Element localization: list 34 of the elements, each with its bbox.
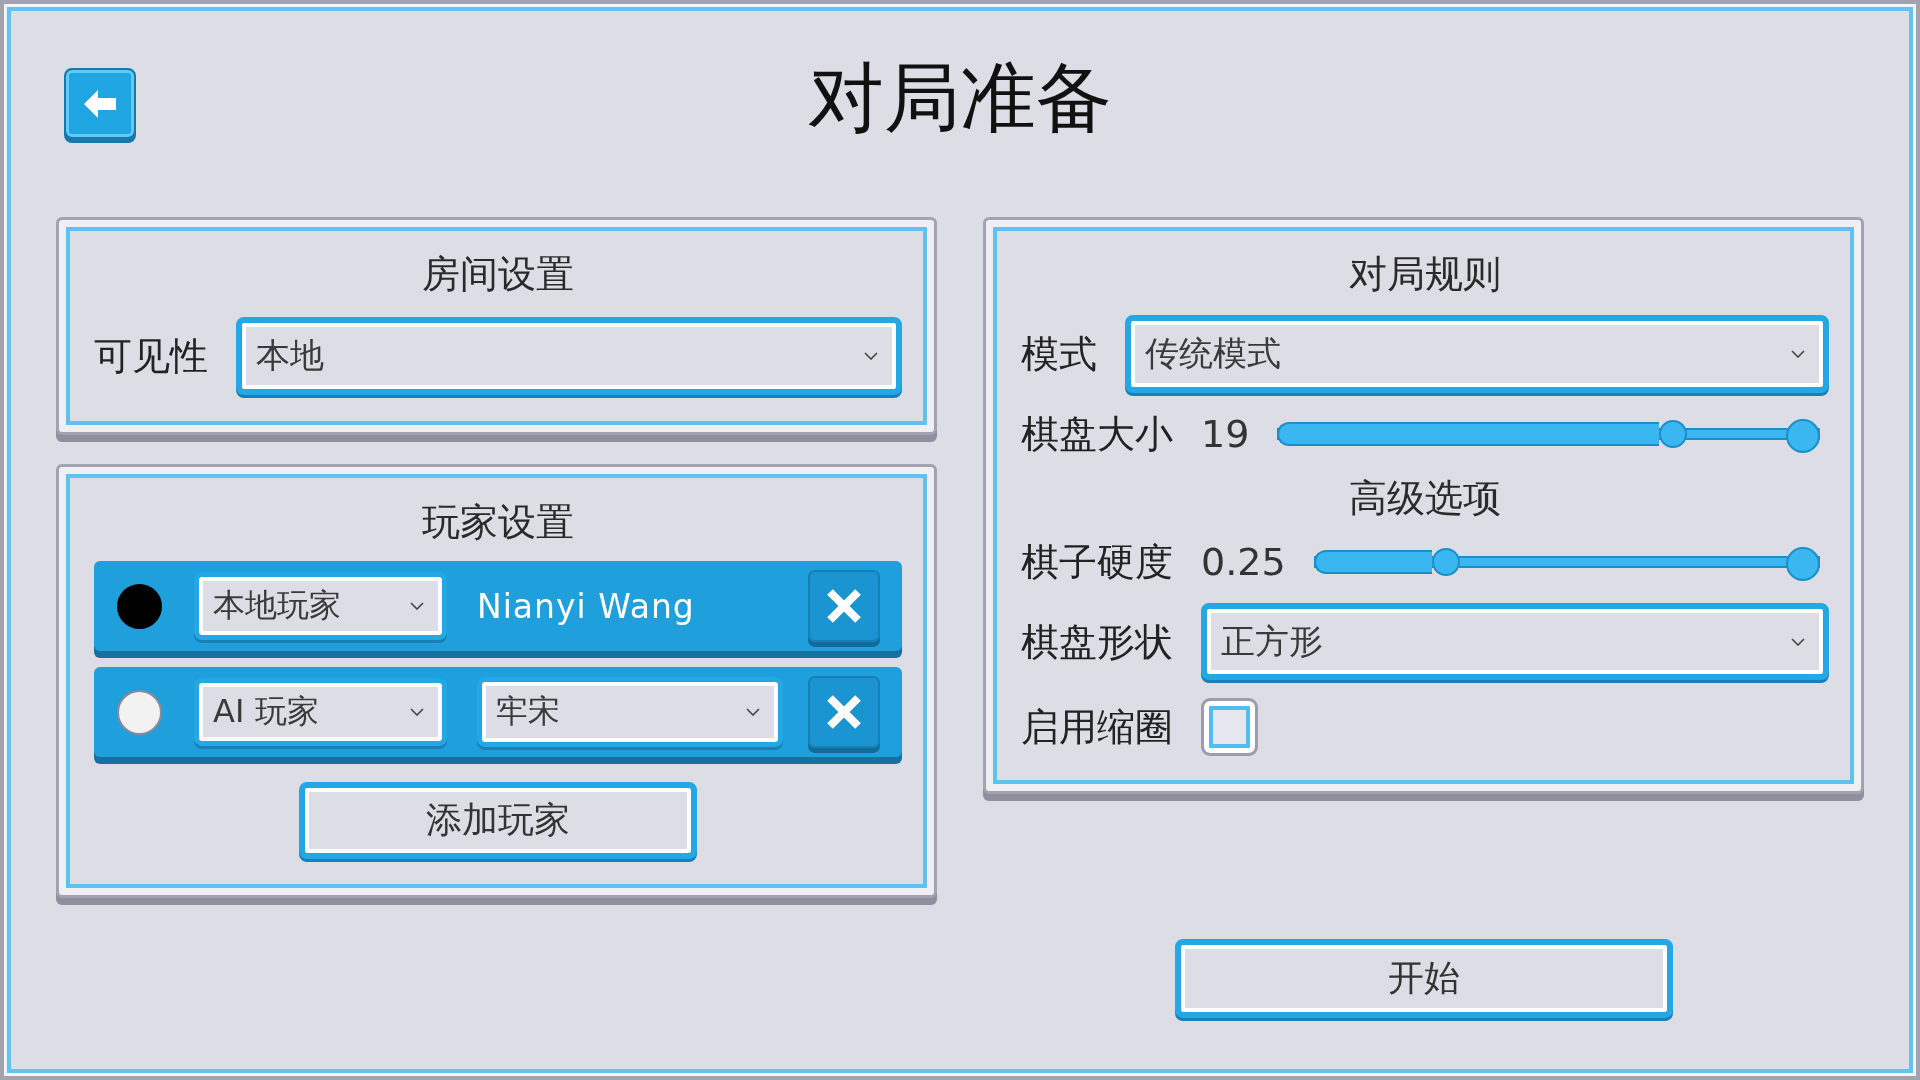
dropdown[interactable]: 本地 [236,317,902,395]
chevron-down-icon [410,708,424,716]
slider-handle[interactable] [1659,420,1688,448]
field-label: 可见性 [94,333,208,379]
chevron-down-icon [410,602,424,610]
add-player-button[interactable]: 添加玩家 [299,782,697,859]
start-button[interactable]: 开始 [1174,939,1673,1018]
arrow-left-icon [83,88,117,119]
dropdown[interactable]: 牢宋 [477,677,783,747]
dropdown[interactable]: AI 玩家 [194,678,447,746]
field-label: 棋盘形状 [1021,618,1173,665]
field-label: 模式 [1021,331,1097,377]
page-title: 对局准备 [808,60,1112,136]
chevron-down-icon [746,708,760,716]
slider-value: 0.25 [1201,539,1286,585]
player-name: Nianyi Wang [477,586,695,626]
chevron-down-icon [1791,350,1805,358]
slider-handle[interactable] [1432,548,1461,576]
panel-title: 房间设置 [422,251,574,297]
panel-title: 对局规则 [1349,251,1501,297]
slider-value: 19 [1201,411,1250,457]
checkbox[interactable] [1201,698,1258,756]
close-icon [825,587,863,625]
section-title: 高级选项 [1349,475,1501,521]
close-icon [825,693,863,731]
field-label: 启用缩圈 [1021,704,1173,750]
field-label: 棋子硬度 [1021,539,1173,585]
panel-title: 玩家设置 [422,499,574,545]
dropdown[interactable]: 正方形 [1201,603,1829,680]
dropdown[interactable]: 传统模式 [1125,315,1829,393]
dropdown[interactable]: 本地玩家 [194,572,447,640]
field-label: 棋盘大小 [1021,411,1173,457]
chevron-down-icon [864,352,878,360]
chevron-down-icon [1791,637,1805,646]
